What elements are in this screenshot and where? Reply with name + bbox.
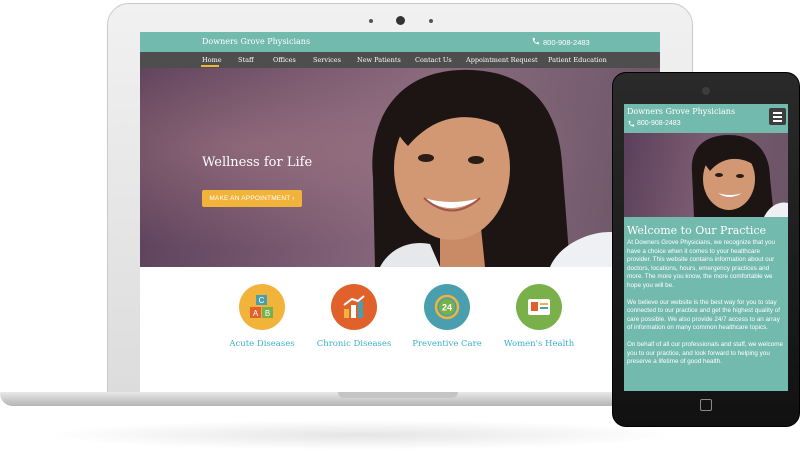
phone-icon bbox=[532, 37, 540, 45]
nav-contact-us[interactable]: Contact Us bbox=[415, 56, 452, 64]
mobile-phone-number[interactable]: 800-908-2483 bbox=[637, 120, 681, 127]
mobile-hero-image bbox=[624, 133, 788, 217]
nav-patient-education[interactable]: Patient Education bbox=[548, 56, 607, 64]
nav-active-indicator bbox=[201, 65, 219, 67]
laptop-sensor-left bbox=[369, 19, 373, 23]
laptop-shadow bbox=[40, 420, 680, 450]
svg-text:A: A bbox=[253, 309, 259, 318]
service-label: Acute Diseases bbox=[229, 339, 295, 349]
nav-new-patients[interactable]: New Patients bbox=[357, 56, 401, 64]
mobile-body-text: At Downers Grove Physicians, we recogniz… bbox=[627, 239, 785, 375]
service-chronic-diseases[interactable]: Chronic Diseases bbox=[309, 284, 399, 349]
svg-text:C: C bbox=[259, 296, 265, 305]
mobile-website: Downers Grove Physicians 800-908-2483 We… bbox=[624, 104, 788, 391]
svg-text:24: 24 bbox=[442, 303, 452, 313]
service-preventive-care[interactable]: 24 Preventive Care bbox=[402, 284, 492, 349]
site-phone-number[interactable]: 800-908-2483 bbox=[543, 38, 590, 47]
hero-title: Wellness for Life bbox=[202, 155, 313, 170]
chronic-diseases-circle bbox=[331, 284, 377, 330]
womens-health-circle bbox=[516, 284, 562, 330]
nav-offices[interactable]: Offices bbox=[273, 56, 296, 64]
service-label: Preventive Care bbox=[412, 339, 482, 349]
mobile-brand[interactable]: Downers Grove Physicians bbox=[627, 107, 735, 116]
mobile-welcome-title: Welcome to Our Practice bbox=[627, 224, 767, 237]
service-label: Chronic Diseases bbox=[316, 339, 392, 349]
service-womens-health[interactable]: Women's Health bbox=[494, 284, 584, 349]
preventive-care-circle: 24 bbox=[424, 284, 470, 330]
phone-home-button[interactable] bbox=[700, 399, 712, 411]
service-label: Women's Health bbox=[503, 339, 575, 349]
acute-diseases-circle: C A B bbox=[239, 284, 285, 330]
abc-blocks-icon: C A B bbox=[250, 295, 273, 318]
svg-text:B: B bbox=[265, 309, 270, 318]
nav-home[interactable]: Home bbox=[202, 56, 222, 64]
id-card-icon bbox=[528, 299, 550, 315]
phone-icon bbox=[628, 120, 635, 127]
laptop-camera bbox=[396, 16, 405, 25]
mobile-paragraph: We believe our website is the best way f… bbox=[627, 298, 780, 332]
site-header: Downers Grove Physicians 800-908-2483 bbox=[140, 32, 660, 52]
hamburger-menu-icon[interactable] bbox=[769, 108, 786, 125]
nav-services[interactable]: Services bbox=[313, 56, 341, 64]
24-hour-icon: 24 bbox=[434, 294, 460, 320]
service-acute-diseases[interactable]: C A B Acute Diseases bbox=[217, 284, 307, 349]
mobile-paragraph: On behalf of all our professionals and s… bbox=[627, 340, 783, 366]
nav-staff[interactable]: Staff bbox=[238, 56, 254, 64]
hero-banner: Wellness for Life MAKE AN APPOINTMENT › bbox=[140, 68, 660, 267]
desktop-website: Downers Grove Physicians 800-908-2483 Ho… bbox=[140, 32, 660, 392]
phone-camera bbox=[702, 87, 710, 95]
site-brand[interactable]: Downers Grove Physicians bbox=[202, 37, 310, 46]
laptop-sensor-right bbox=[429, 19, 433, 23]
mobile-paragraph: At Downers Grove Physicians, we recogniz… bbox=[627, 239, 776, 289]
bar-chart-icon bbox=[343, 295, 365, 318]
laptop-notch bbox=[338, 392, 458, 398]
mobile-hero-portrait bbox=[691, 135, 788, 217]
nav-appointment-request[interactable]: Appointment Request bbox=[466, 56, 538, 64]
make-appointment-button[interactable]: MAKE AN APPOINTMENT › bbox=[202, 190, 302, 207]
